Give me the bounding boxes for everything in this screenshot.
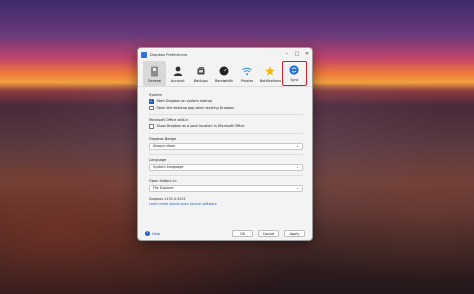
version-text: Dropbox v135.4.4301 bbox=[149, 196, 186, 201]
tab-account[interactable]: Account bbox=[166, 61, 189, 86]
title-bar: Dropbox Preferences – □ ✕ bbox=[138, 48, 312, 61]
dropbox-app-icon bbox=[141, 51, 147, 58]
badge-select[interactable]: Always show ⌄ bbox=[149, 142, 303, 150]
ok-button[interactable]: OK bbox=[232, 230, 253, 237]
minimize-button[interactable]: – bbox=[282, 48, 292, 61]
gauge-icon bbox=[218, 65, 230, 77]
person-icon bbox=[172, 65, 184, 77]
general-settings-panel: System ✓ Start Dropbox on system startup… bbox=[138, 87, 312, 206]
switch-icon bbox=[149, 65, 161, 77]
preferences-tabs: General Account Backups Bandwidth Proxie… bbox=[138, 61, 312, 87]
language-select[interactable]: System Language ⌄ bbox=[149, 163, 303, 171]
help-link[interactable]: ? Help bbox=[145, 231, 160, 236]
chevron-down-icon: ⌄ bbox=[296, 186, 299, 190]
divider bbox=[149, 153, 303, 155]
divider bbox=[149, 174, 303, 176]
tab-account-label: Account bbox=[170, 79, 185, 83]
star-icon bbox=[264, 65, 276, 77]
office-section-label: Microsoft Office add-in bbox=[149, 118, 189, 122]
chevron-down-icon: ⌄ bbox=[296, 165, 299, 169]
tab-notifications-label: Notifications bbox=[259, 79, 281, 83]
tab-proxies-label: Proxies bbox=[241, 79, 254, 83]
open-desktop-app-checkbox[interactable] bbox=[149, 105, 154, 110]
open-folders-section-label: Open folders in: bbox=[149, 178, 177, 183]
tab-sync[interactable]: Sync bbox=[281, 61, 307, 86]
tab-proxies[interactable]: Proxies bbox=[236, 61, 259, 86]
show-dropbox-office-option[interactable]: Show Dropbox as a save location in Micro… bbox=[149, 124, 303, 129]
apply-button[interactable]: Apply bbox=[284, 230, 305, 237]
system-section-label: System bbox=[149, 93, 163, 97]
tab-notifications[interactable]: Notifications bbox=[259, 61, 282, 86]
cancel-button[interactable]: Cancel bbox=[258, 230, 279, 237]
start-on-startup-checkbox[interactable]: ✓ bbox=[149, 99, 154, 104]
maximize-button[interactable]: □ bbox=[292, 48, 302, 61]
dialog-footer: ? Help OK Cancel Apply bbox=[138, 227, 312, 240]
open-folders-select[interactable]: File Explorer ⌄ bbox=[149, 184, 303, 192]
language-section-label: Language bbox=[149, 157, 167, 162]
language-select-value: System Language bbox=[153, 165, 184, 169]
preferences-window: Dropbox Preferences – □ ✕ General Accoun… bbox=[137, 47, 313, 241]
backups-icon bbox=[195, 65, 207, 77]
tab-backups-label: Backups bbox=[193, 79, 208, 83]
wifi-icon bbox=[241, 65, 253, 77]
badge-section-label: Dropbox Badge bbox=[149, 136, 177, 141]
show-dropbox-office-label: Show Dropbox as a save location in Micro… bbox=[156, 124, 245, 129]
open-desktop-app-label: Open the desktop app when starting Dropb… bbox=[156, 105, 235, 110]
tab-general-label: General bbox=[147, 79, 162, 83]
tab-bandwidth[interactable]: Bandwidth bbox=[212, 61, 235, 86]
help-label: Help bbox=[152, 231, 161, 236]
show-dropbox-office-checkbox[interactable] bbox=[149, 124, 154, 129]
open-desktop-app-option[interactable]: Open the desktop app when starting Dropb… bbox=[149, 105, 303, 110]
window-title: Dropbox Preferences bbox=[150, 52, 188, 57]
sync-icon bbox=[288, 64, 300, 76]
open-source-link[interactable]: Learn more about open source software bbox=[149, 202, 303, 206]
divider bbox=[149, 114, 303, 115]
chevron-down-icon: ⌄ bbox=[296, 144, 299, 148]
close-button[interactable]: ✕ bbox=[302, 48, 312, 61]
tab-backups[interactable]: Backups bbox=[189, 61, 212, 86]
open-folders-select-value: File Explorer bbox=[153, 186, 174, 190]
start-on-startup-label: Start Dropbox on system startup bbox=[156, 99, 213, 104]
tab-bandwidth-label: Bandwidth bbox=[214, 79, 234, 83]
tab-sync-label: Sync bbox=[290, 78, 299, 82]
tab-general[interactable]: General bbox=[143, 61, 167, 86]
start-on-startup-option[interactable]: ✓ Start Dropbox on system startup bbox=[149, 99, 303, 104]
badge-select-value: Always show bbox=[153, 144, 175, 148]
help-icon: ? bbox=[145, 231, 150, 236]
divider bbox=[149, 132, 303, 134]
